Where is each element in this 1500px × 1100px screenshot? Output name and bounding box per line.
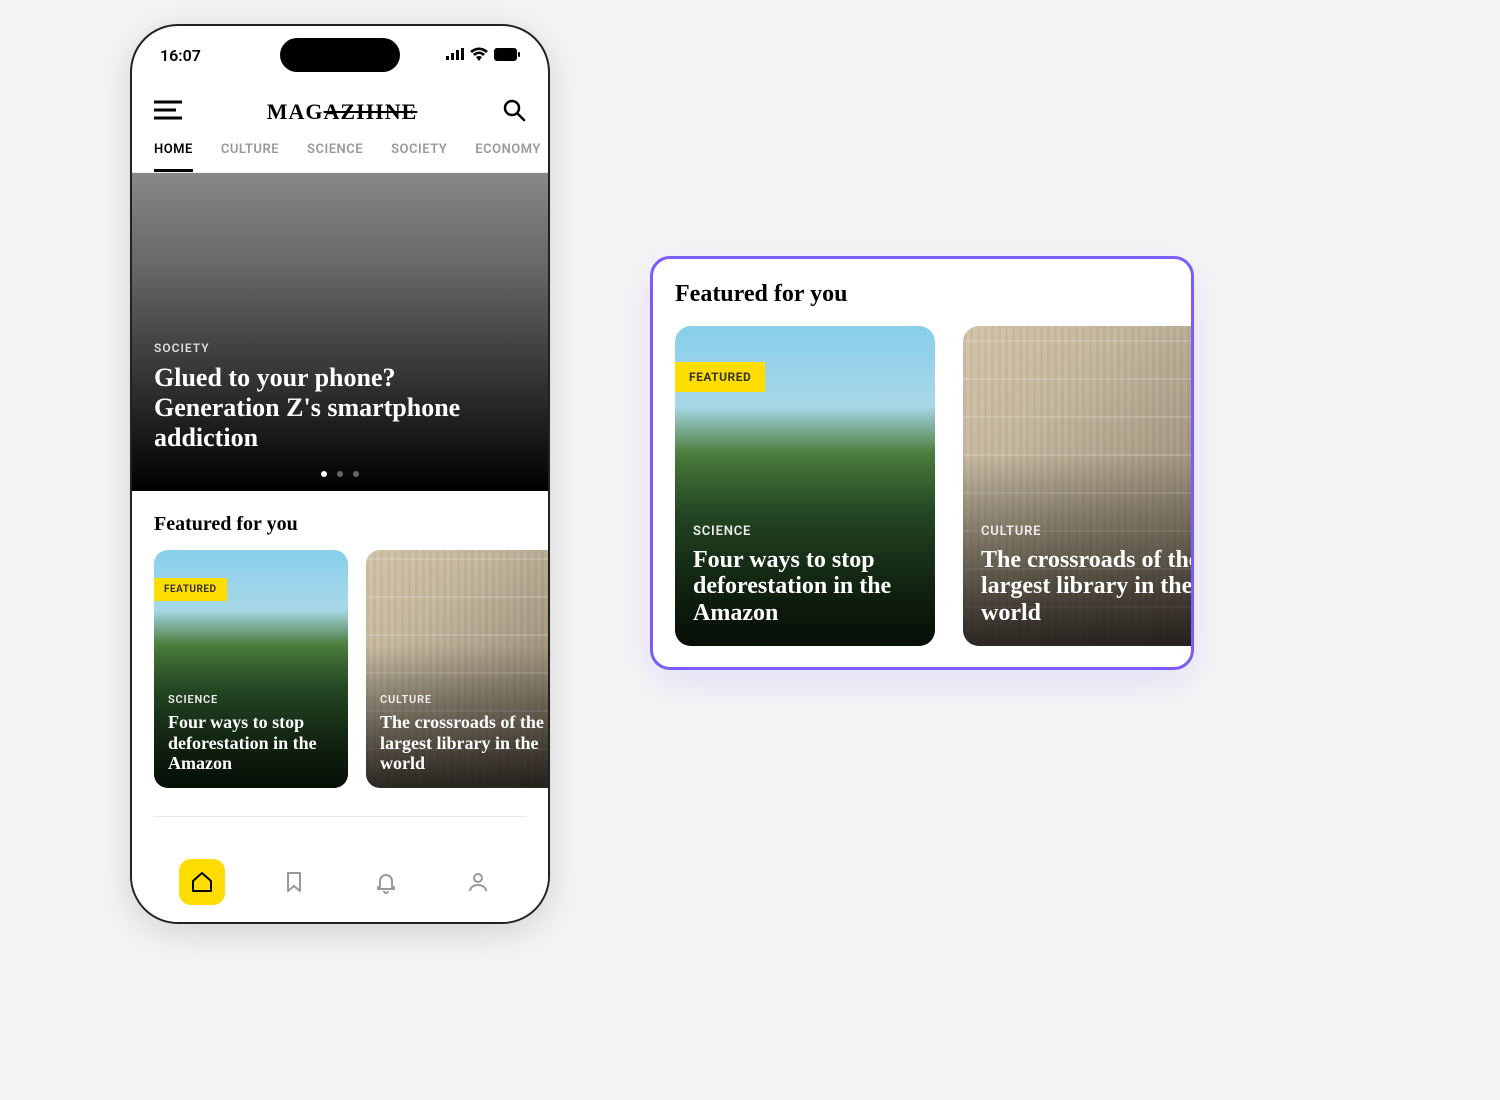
card-category: CULTURE bbox=[380, 693, 546, 706]
featured-detail-panel: Featured for you FEATURED SCIENCE Four w… bbox=[650, 256, 1194, 670]
featured-cards-row[interactable]: FEATURED SCIENCE Four ways to stop defor… bbox=[132, 550, 548, 788]
featured-badge: FEATURED bbox=[675, 362, 765, 392]
nav-profile[interactable] bbox=[455, 859, 501, 905]
card-title: Four ways to stop deforestation in the A… bbox=[693, 547, 917, 626]
tab-science[interactable]: SCIENCE bbox=[307, 142, 363, 172]
tab-society[interactable]: SOCIETY bbox=[391, 142, 447, 172]
tab-home[interactable]: HOME bbox=[154, 142, 193, 172]
battery-icon bbox=[494, 46, 520, 65]
card-title: The crossroads of the largest library in… bbox=[380, 712, 546, 774]
nav-bookmarks[interactable] bbox=[271, 859, 317, 905]
carousel-dots[interactable] bbox=[321, 471, 359, 477]
panel-card-2[interactable]: CULTURE The crossroads of the largest li… bbox=[963, 326, 1194, 646]
featured-badge: FEATURED bbox=[154, 578, 227, 601]
card-title: Four ways to stop deforestation in the A… bbox=[168, 712, 334, 774]
search-icon[interactable] bbox=[502, 98, 526, 126]
nav-notifications[interactable] bbox=[363, 859, 409, 905]
category-tabs: HOME CULTURE SCIENCE SOCIETY ECONOMY bbox=[132, 142, 548, 173]
divider bbox=[154, 816, 526, 817]
phone-frame: 16:07 MAGAZIIINE HOME CULTURE SCIENCE SO… bbox=[130, 24, 550, 924]
featured-card-2[interactable]: CULTURE The crossroads of the largest li… bbox=[366, 550, 548, 788]
panel-card-1[interactable]: FEATURED SCIENCE Four ways to stop defor… bbox=[675, 326, 935, 646]
panel-title: Featured for you bbox=[675, 281, 1191, 308]
card-category: CULTURE bbox=[981, 524, 1194, 539]
app-header: MAGAZIIINE bbox=[132, 74, 548, 142]
dot-1[interactable] bbox=[321, 471, 327, 477]
card-category: SCIENCE bbox=[168, 693, 334, 706]
status-time: 16:07 bbox=[160, 46, 201, 65]
panel-cards-row[interactable]: FEATURED SCIENCE Four ways to stop defor… bbox=[675, 326, 1191, 646]
dynamic-island bbox=[280, 38, 400, 72]
tab-economy[interactable]: ECONOMY bbox=[475, 142, 541, 172]
app-logo: MAGAZIIINE bbox=[267, 99, 418, 125]
signal-icon bbox=[446, 46, 464, 65]
status-bar: 16:07 bbox=[132, 26, 548, 74]
bottom-nav bbox=[132, 850, 548, 922]
hero-title: Glued to your phone? Generation Z's smar… bbox=[154, 363, 526, 453]
featured-section-title: Featured for you bbox=[132, 491, 548, 550]
card-title: The crossroads of the largest library in… bbox=[981, 547, 1194, 626]
dot-3[interactable] bbox=[353, 471, 359, 477]
hero-article-card[interactable]: SOCIETY Glued to your phone? Generation … bbox=[132, 173, 548, 491]
hero-category: SOCIETY bbox=[154, 341, 526, 355]
featured-card-1[interactable]: FEATURED SCIENCE Four ways to stop defor… bbox=[154, 550, 348, 788]
tab-culture[interactable]: CULTURE bbox=[221, 142, 279, 172]
menu-icon[interactable] bbox=[154, 100, 182, 124]
status-icons bbox=[446, 46, 520, 65]
card-category: SCIENCE bbox=[693, 524, 917, 539]
nav-home[interactable] bbox=[179, 859, 225, 905]
wifi-icon bbox=[470, 46, 488, 65]
dot-2[interactable] bbox=[337, 471, 343, 477]
